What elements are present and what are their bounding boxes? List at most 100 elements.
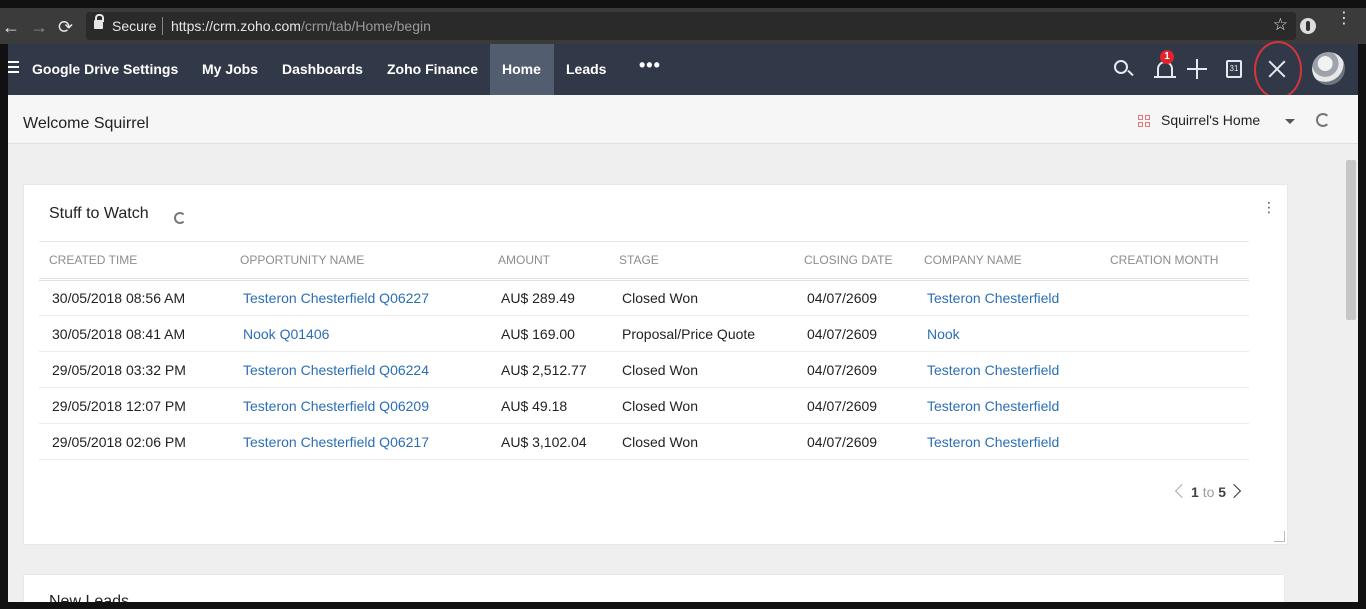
widget-resize-handle[interactable] [1274, 531, 1285, 542]
more-tabs-button[interactable]: ••• [639, 55, 661, 76]
chevron-down-icon[interactable] [1285, 119, 1295, 124]
cell-amount: AU$ 49.18 [488, 387, 609, 424]
stuff-to-watch-widget: Stuff to Watch ⋮ CREATED TIME OPPORTUNIT… [23, 184, 1288, 545]
table-row: 29/05/2018 12:07 PM Testeron Chesterfiel… [39, 387, 1249, 424]
table-row: 29/05/2018 02:06 PM Testeron Chesterfiel… [39, 423, 1249, 460]
cell-creation-month [1100, 279, 1249, 316]
back-icon[interactable]: ← [2, 18, 20, 36]
table-row: 29/05/2018 03:32 PM Testeron Chesterfiel… [39, 351, 1249, 388]
user-avatar[interactable] [1312, 52, 1345, 85]
cell-created-time: 29/05/2018 02:06 PM [39, 423, 230, 460]
cell-created-time: 30/05/2018 08:56 AM [39, 279, 230, 316]
cell-creation-month [1100, 351, 1249, 388]
secure-label: Secure [112, 18, 157, 34]
nav-item-leads[interactable]: Leads [554, 44, 618, 95]
page-to: 5 [1218, 484, 1227, 500]
pagination-range: 1 to 5 [1191, 484, 1226, 500]
dashboard-area: Stuff to Watch ⋮ CREATED TIME OPPORTUNIT… [8, 144, 1358, 602]
calendar-icon[interactable]: 31 [1223, 58, 1245, 80]
cell-creation-month [1100, 423, 1249, 460]
cell-stage: Closed Won [609, 351, 794, 388]
next-page-icon[interactable] [1226, 483, 1242, 499]
cell-opportunity-link[interactable]: Testeron Chesterfield Q06224 [230, 351, 488, 388]
url-host: https://crm.zoho.com [171, 18, 301, 34]
cell-stage: Proposal/Price Quote [609, 315, 794, 352]
cell-company-link[interactable]: Nook [914, 315, 1100, 352]
table-row: 30/05/2018 08:41 AM Nook Q01406 AU$ 169.… [39, 315, 1249, 352]
widget-refresh-icon[interactable] [174, 212, 186, 224]
cell-closing-date: 04/07/2609 [794, 351, 914, 388]
next-widget-title: New Leads [49, 593, 130, 602]
column-header-amount[interactable]: AMOUNT [488, 241, 609, 281]
cell-company-link[interactable]: Testeron Chesterfield [914, 423, 1100, 460]
reload-icon[interactable]: ⟳ [58, 18, 73, 36]
cell-stage: Closed Won [609, 423, 794, 460]
page-to-label: to [1202, 484, 1215, 500]
next-widget: New Leads [23, 574, 1285, 602]
page-title: Welcome Squirrel [23, 115, 149, 132]
cell-closing-date: 04/07/2609 [794, 423, 914, 460]
cell-amount: AU$ 289.49 [488, 279, 609, 316]
cell-created-time: 30/05/2018 08:41 AM [39, 315, 230, 352]
search-icon[interactable] [1112, 58, 1134, 80]
nav-item-dashboards[interactable]: Dashboards [270, 44, 375, 95]
browser-toolbar: ← → ⟳ Secure https://crm.zoho.com/crm/ta… [0, 0, 1366, 44]
nav-item-google-drive-settings[interactable]: Google Drive Settings [20, 44, 190, 95]
home-header: Welcome Squirrel Squirrel's Home [8, 95, 1358, 144]
cell-amount: AU$ 2,512.77 [488, 351, 609, 388]
widget-title: Stuff to Watch [49, 205, 149, 222]
browser-menu-icon[interactable]: ⋮ [1336, 11, 1352, 27]
cell-closing-date: 04/07/2609 [794, 279, 914, 316]
extension-icon[interactable] [1300, 18, 1316, 34]
cell-opportunity-link[interactable]: Nook Q01406 [230, 315, 488, 352]
cell-stage: Closed Won [609, 279, 794, 316]
bookmark-star-icon[interactable]: ☆ [1273, 15, 1288, 35]
forward-icon[interactable]: → [30, 18, 48, 36]
cell-amount: AU$ 3,102.04 [488, 423, 609, 460]
create-plus-icon[interactable] [1186, 58, 1208, 80]
column-header-opportunity-name[interactable]: OPPORTUNITY NAME [230, 241, 488, 281]
nav-item-my-jobs[interactable]: My Jobs [190, 44, 270, 95]
hamburger-menu-icon[interactable] [8, 61, 19, 75]
notification-badge: 1 [1160, 50, 1174, 64]
cell-creation-month [1100, 315, 1249, 352]
table-row: 30/05/2018 08:56 AM Testeron Chesterfiel… [39, 279, 1249, 316]
address-bar[interactable]: Secure https://crm.zoho.com/crm/tab/Home… [86, 12, 1296, 40]
vertical-scrollbar[interactable] [1346, 160, 1356, 320]
column-header-creation-month[interactable]: CREATION MONTH [1100, 241, 1249, 281]
cell-creation-month [1100, 387, 1249, 424]
app-navbar: Google Drive Settings My Jobs Dashboards… [8, 44, 1358, 95]
nav-item-home[interactable]: Home [490, 44, 554, 95]
cell-created-time: 29/05/2018 12:07 PM [39, 387, 230, 424]
table-header-row: CREATED TIME OPPORTUNITY NAME AMOUNT STA… [39, 241, 1249, 281]
cell-company-link[interactable]: Testeron Chesterfield [914, 387, 1100, 424]
url-text[interactable]: https://crm.zoho.com/crm/tab/Home/begin [171, 18, 431, 34]
refresh-icon[interactable] [1316, 113, 1330, 127]
page-from: 1 [1191, 484, 1199, 500]
opportunities-table: CREATED TIME OPPORTUNITY NAME AMOUNT STA… [39, 241, 1249, 460]
cell-created-time: 29/05/2018 03:32 PM [39, 351, 230, 388]
cell-opportunity-link[interactable]: Testeron Chesterfield Q06217 [230, 423, 488, 460]
lock-icon [94, 14, 104, 29]
cell-opportunity-link[interactable]: Testeron Chesterfield Q06227 [230, 279, 488, 316]
url-path: /crm/tab/Home/begin [300, 18, 431, 34]
widget-more-options-icon[interactable]: ⋮ [1262, 200, 1276, 214]
nav-item-zoho-finance[interactable]: Zoho Finance [375, 44, 490, 95]
cell-amount: AU$ 169.00 [488, 315, 609, 352]
highlight-circle-annotation [1254, 41, 1302, 99]
column-header-company-name[interactable]: COMPANY NAME [914, 241, 1100, 281]
cell-company-link[interactable]: Testeron Chesterfield [914, 351, 1100, 388]
previous-page-icon[interactable] [1174, 483, 1190, 499]
address-separator [162, 17, 163, 35]
column-header-closing-date[interactable]: CLOSING DATE [794, 241, 914, 281]
cell-closing-date: 04/07/2609 [794, 315, 914, 352]
column-header-stage[interactable]: STAGE [609, 241, 794, 281]
cell-company-link[interactable]: Testeron Chesterfield [914, 279, 1100, 316]
home-selector[interactable]: Squirrel's Home [1161, 112, 1260, 128]
cell-closing-date: 04/07/2609 [794, 387, 914, 424]
dashboard-grid-icon [1138, 115, 1150, 127]
cell-stage: Closed Won [609, 387, 794, 424]
column-header-created-time[interactable]: CREATED TIME [39, 241, 230, 281]
cell-opportunity-link[interactable]: Testeron Chesterfield Q06209 [230, 387, 488, 424]
pagination: 1 to 5 [1174, 483, 1247, 507]
